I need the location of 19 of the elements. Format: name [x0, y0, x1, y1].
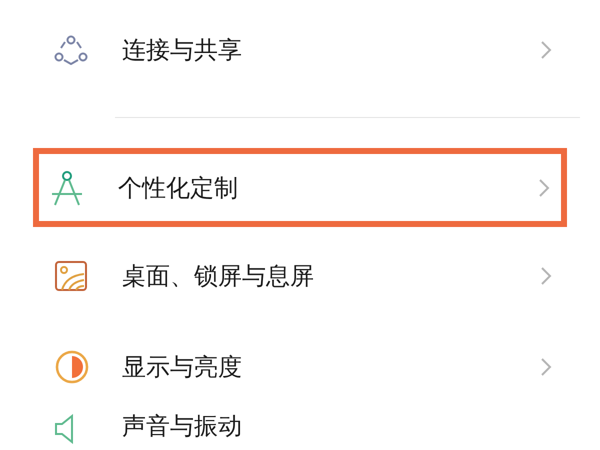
settings-item[interactable]: 连接与共享: [0, 6, 600, 94]
chevron-icon: [538, 178, 550, 198]
item-label: 声音与振动: [122, 411, 243, 442]
picture-frame-icon: [54, 260, 88, 292]
item-label: 连接与共享: [122, 35, 243, 66]
chevron-icon: [540, 266, 552, 286]
item-label: 桌面、锁屏与息屏: [122, 261, 315, 292]
settings-item[interactable]: 桌面、锁屏与息屏: [0, 227, 600, 325]
settings-item[interactable]: 显示与亮度: [0, 325, 600, 409]
chevron-icon: [540, 40, 552, 60]
settings-item[interactable]: 个性化定制: [33, 148, 567, 227]
compass-icon: [50, 170, 84, 206]
brightness-icon: [54, 349, 90, 385]
item-label: 个性化定制: [118, 172, 239, 204]
share-icon: [54, 35, 88, 65]
item-label: 显示与亮度: [122, 352, 243, 383]
speaker-icon: [54, 414, 74, 444]
chevron-icon: [540, 357, 552, 377]
settings-item[interactable]: 声音与振动: [0, 409, 600, 450]
